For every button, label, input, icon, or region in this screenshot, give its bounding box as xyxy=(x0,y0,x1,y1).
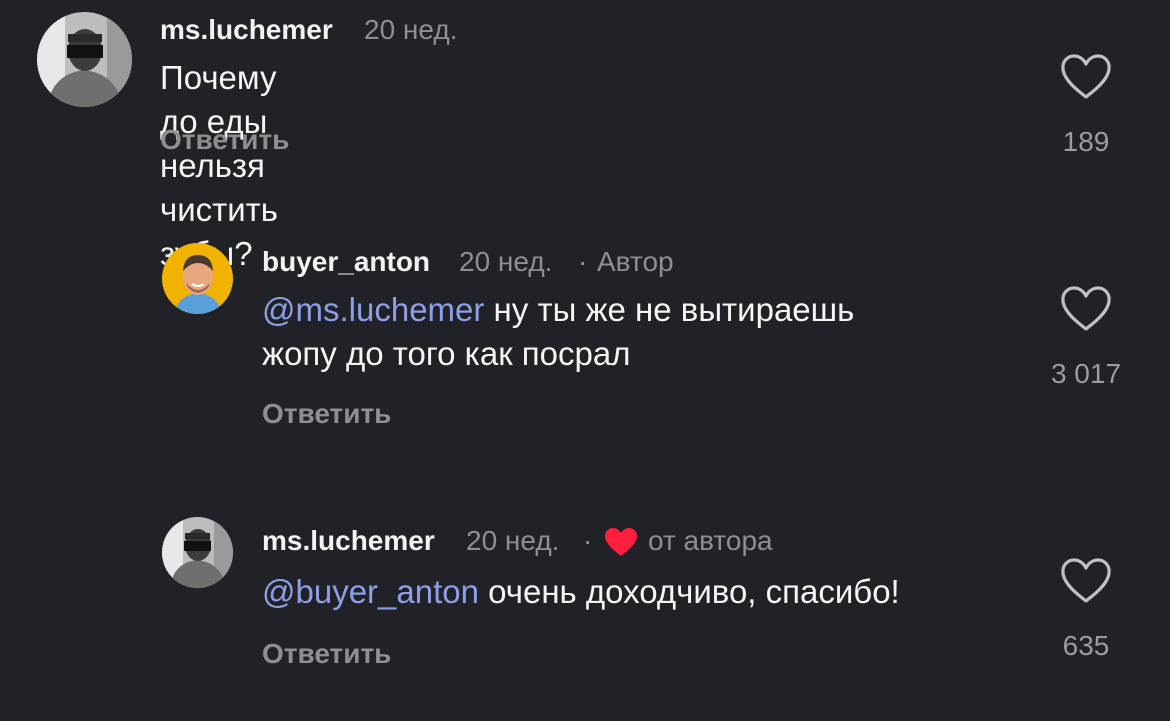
comment-text-part: ну ты же не вытираешь xyxy=(484,291,855,328)
reply-button[interactable]: Ответить xyxy=(262,398,391,430)
comment-username[interactable]: ms.luchemer xyxy=(262,525,435,557)
like-button[interactable] xyxy=(1058,52,1114,102)
comment-username[interactable]: buyer_anton xyxy=(262,246,430,278)
like-button[interactable] xyxy=(1058,284,1114,334)
heart-filled-icon xyxy=(603,526,639,563)
comment-text-part: очень доходчиво, спасибо! xyxy=(478,573,900,610)
avatar[interactable] xyxy=(37,12,132,107)
comment-text: Почему до еды нельзя чистить зубы? xyxy=(160,59,278,272)
comment-timestamp: 20 нед. xyxy=(364,14,458,45)
comment-text: @buyer_anton очень доходчиво, спасибо! xyxy=(262,570,1022,614)
user-avatar-icon xyxy=(162,517,233,588)
comment-text-part: жопу до того как посрал xyxy=(262,335,631,372)
heart-outline-icon xyxy=(1061,558,1111,603)
meta-separator: · xyxy=(583,525,593,556)
meta-separator: · xyxy=(578,246,588,277)
comment-timestamp: 20 нед. xyxy=(466,525,560,556)
comment-username[interactable]: ms.luchemer xyxy=(160,14,333,46)
like-count: 635 xyxy=(1062,630,1110,661)
heart-outline-icon xyxy=(1061,54,1111,99)
comment-text: @ms.luchemer ну ты же не вытираешь жопу … xyxy=(262,288,982,376)
reply-button[interactable]: Ответить xyxy=(262,638,391,670)
mention-link[interactable]: @ms.luchemer xyxy=(262,291,484,328)
like-button[interactable] xyxy=(1058,556,1114,606)
like-count: 3 017 xyxy=(1050,358,1122,389)
mention-link[interactable]: @buyer_anton xyxy=(262,573,479,610)
heart-outline-icon xyxy=(1061,286,1111,331)
comment-timestamp: 20 нед. xyxy=(459,246,553,277)
author-badge: Автор xyxy=(597,246,674,277)
reply-button[interactable]: Ответить xyxy=(160,124,289,156)
avatar[interactable] xyxy=(162,517,233,588)
liked-by-author-label: от автора xyxy=(648,525,773,556)
user-avatar-icon xyxy=(37,12,132,107)
like-count: 189 xyxy=(1062,126,1110,157)
user-avatar-icon xyxy=(162,243,233,314)
avatar[interactable] xyxy=(162,243,233,314)
